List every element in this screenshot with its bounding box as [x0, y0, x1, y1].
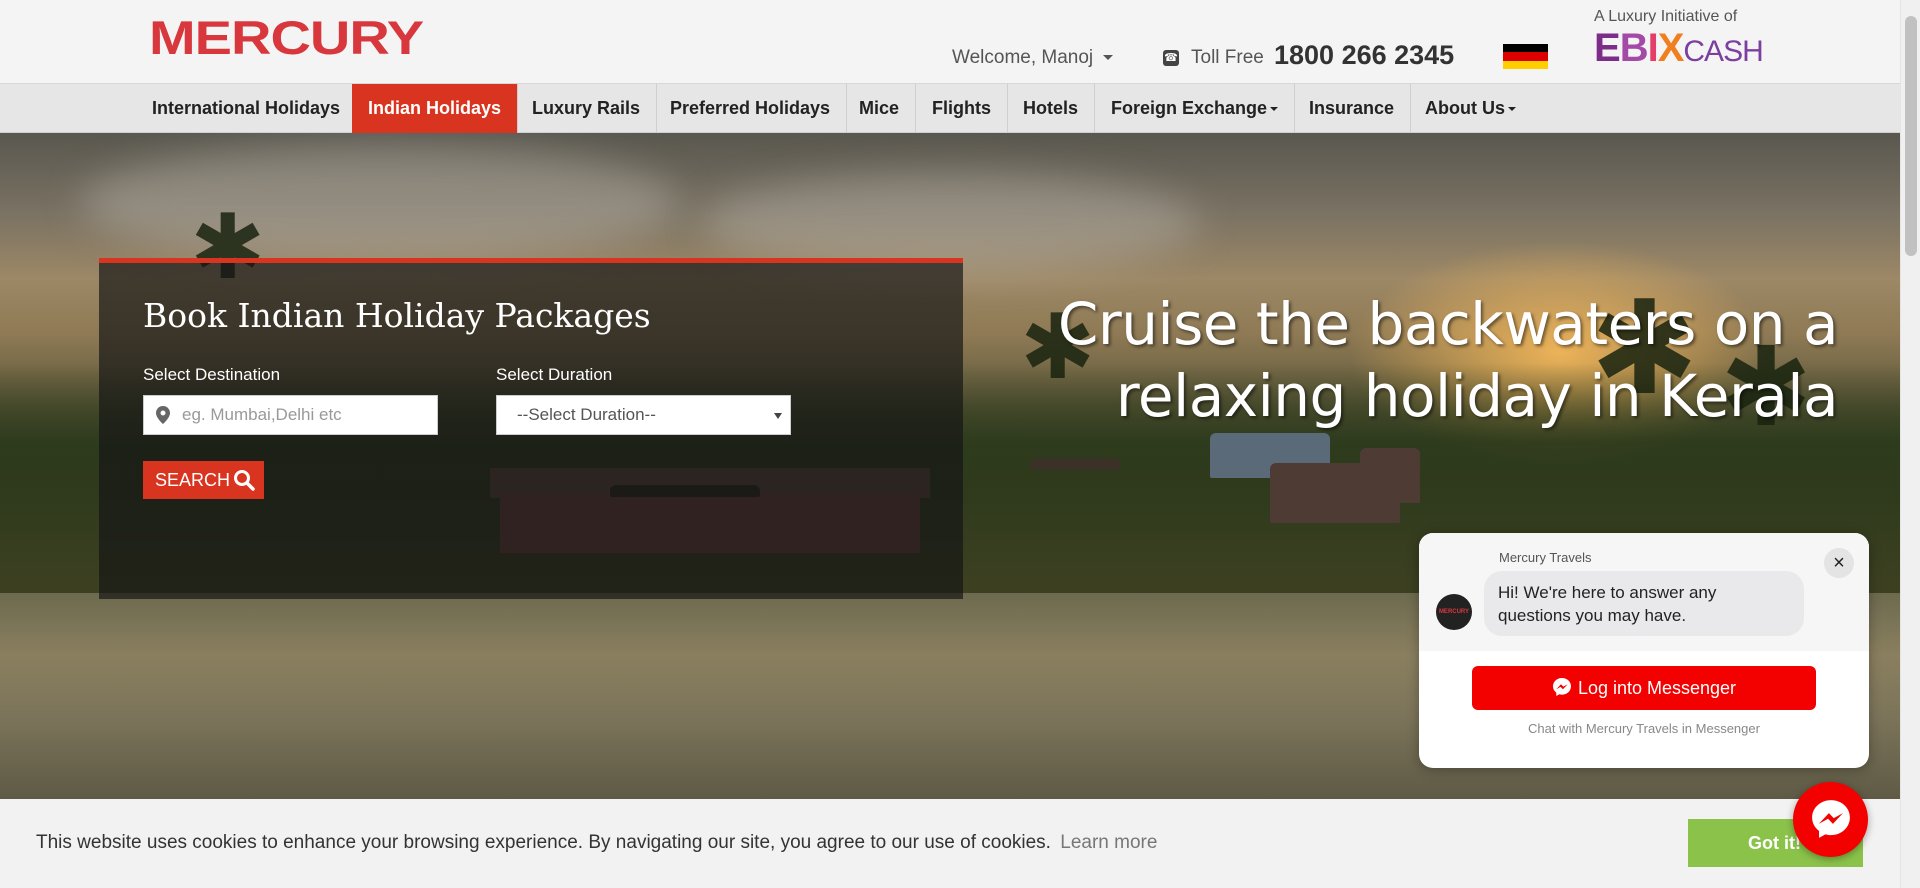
germany-flag-icon[interactable] — [1503, 44, 1548, 69]
nav-label: Indian Holidays — [368, 98, 502, 118]
nav-label: Foreign Exchange — [1111, 98, 1268, 118]
toll-free-label: Toll Free — [1191, 47, 1264, 68]
ebixcash-logo[interactable]: EBIXCASH — [1594, 26, 1764, 71]
toll-free-number[interactable]: 1800 266 2345 — [1274, 40, 1454, 71]
tagline-line-2: relaxing holiday in Kerala — [1115, 362, 1839, 430]
learn-more-link[interactable]: Learn more — [1060, 832, 1157, 853]
booking-panel: Book Indian Holiday Packages Select Dest… — [99, 258, 963, 599]
messenger-icon — [1812, 800, 1850, 838]
map-pin-icon — [156, 406, 170, 424]
caret-down-icon — [1103, 55, 1114, 61]
chat-brand: Mercury Travels — [1499, 550, 1592, 565]
duration-select[interactable]: --Select Duration-- — [496, 395, 791, 435]
chat-message: Hi! We're here to answer any questions y… — [1484, 571, 1804, 636]
messenger-chat-popup: Mercury Travels MERCURY Hi! We're here t… — [1419, 533, 1869, 768]
nav-indian-holidays[interactable]: Indian Holidays — [352, 84, 519, 133]
nav-preferred-holidays[interactable]: Preferred Holidays — [654, 84, 848, 133]
page-scrollbar[interactable] — [1900, 0, 1920, 888]
nav-label: Insurance — [1309, 98, 1395, 118]
nav-label: Flights — [932, 98, 991, 118]
houseboat — [1360, 448, 1420, 503]
select-arrow-icon — [774, 413, 782, 419]
mercury-logo[interactable]: MERCURY — [149, 14, 424, 62]
cookie-message: This website uses cookies to enhance you… — [36, 832, 1051, 853]
welcome-menu[interactable]: Welcome, Manoj — [952, 47, 1114, 69]
chat-footer-text: Chat with Mercury Travels in Messenger — [1528, 721, 1760, 736]
destination-label: Select Destination — [143, 365, 281, 384]
nav-label: Mice — [859, 98, 900, 118]
nav-label: Hotels — [1023, 98, 1079, 118]
messenger-float-button[interactable] — [1793, 782, 1868, 857]
messenger-icon — [1552, 678, 1571, 696]
search-button-label: SEARCH — [155, 470, 231, 490]
cookie-banner: This website uses cookies to enhance you… — [0, 799, 1900, 888]
scrollbar-thumb[interactable] — [1905, 16, 1917, 256]
log-into-messenger-button[interactable]: Log into Messenger — [1472, 666, 1816, 710]
main-nav: International Holidays Indian Holidays L… — [0, 83, 1900, 133]
login-label: Log into Messenger — [1577, 678, 1737, 698]
close-icon[interactable]: × — [1824, 548, 1854, 578]
nav-luxury-rails[interactable]: Luxury Rails — [516, 84, 658, 133]
tagline-line-1: Cruise the backwaters on a — [1057, 290, 1839, 358]
nav-insurance[interactable]: Insurance — [1293, 84, 1412, 133]
destination-input[interactable]: eg. Mumbai,Delhi etc — [143, 395, 438, 435]
nav-flights[interactable]: Flights — [916, 84, 1008, 133]
nav-label: About Us — [1425, 98, 1505, 118]
caret-down-icon — [1508, 107, 1516, 112]
duration-selected-value: --Select Duration-- — [517, 405, 656, 424]
nav-international-holidays[interactable]: International Holidays — [136, 84, 358, 133]
welcome-text: Welcome, Manoj — [952, 47, 1094, 68]
caret-down-icon — [1270, 107, 1279, 112]
nav-hotels[interactable]: Hotels — [1007, 84, 1096, 133]
phone-icon: ☎ — [1163, 50, 1179, 66]
nav-label: International Holidays — [152, 98, 341, 118]
hero-tagline: Cruise the backwaters on a relaxing holi… — [1057, 288, 1839, 432]
cookie-text: This website uses cookies to enhance you… — [36, 832, 1157, 854]
chat-avatar: MERCURY — [1436, 594, 1472, 630]
cloud — [80, 143, 680, 263]
nav-mice[interactable]: Mice — [843, 84, 917, 133]
nav-foreign-exchange[interactable]: Foreign Exchange — [1095, 84, 1296, 133]
site-header: MERCURY Welcome, Manoj ☎ Toll Free 1800 … — [0, 0, 1900, 83]
search-button[interactable]: SEARCH — [143, 461, 264, 499]
initiative-text: A Luxury Initiative of — [1594, 8, 1738, 25]
nav-about-us[interactable]: About Us — [1409, 84, 1532, 133]
nav-label: Preferred Holidays — [670, 98, 831, 118]
search-icon — [234, 470, 255, 491]
nav-label: Luxury Rails — [532, 98, 641, 118]
booking-title: Book Indian Holiday Packages — [143, 296, 651, 335]
boat — [1030, 458, 1120, 470]
duration-label: Select Duration — [496, 365, 613, 384]
